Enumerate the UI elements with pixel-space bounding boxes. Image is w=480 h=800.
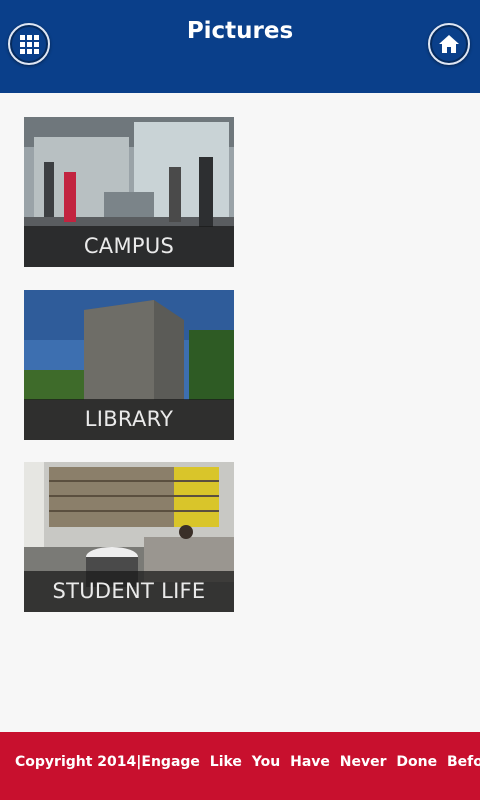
tile-caption: CAMPUS xyxy=(24,226,234,267)
gallery-tile-student-life[interactable]: STUDENT LIFE xyxy=(24,462,234,612)
footer-text: Copyright 2014 | Engage Like You Have Ne… xyxy=(15,754,480,770)
tile-caption: STUDENT LIFE xyxy=(24,571,234,612)
app-header: Pictures xyxy=(0,0,480,93)
gallery-tile-library[interactable]: LIBRARY xyxy=(24,290,234,440)
page-title: Pictures xyxy=(186,18,294,44)
app-footer: Copyright 2014 | Engage Like You Have Ne… xyxy=(0,732,480,800)
home-icon xyxy=(439,35,459,53)
home-button[interactable] xyxy=(428,23,470,65)
gallery-tile-campus[interactable]: CAMPUS xyxy=(24,117,234,267)
tile-caption: LIBRARY xyxy=(24,399,234,440)
footer-copyright: Copyright 2014 xyxy=(15,754,137,770)
footer-tagline: Engage Like You Have Never Done Before xyxy=(141,754,480,770)
